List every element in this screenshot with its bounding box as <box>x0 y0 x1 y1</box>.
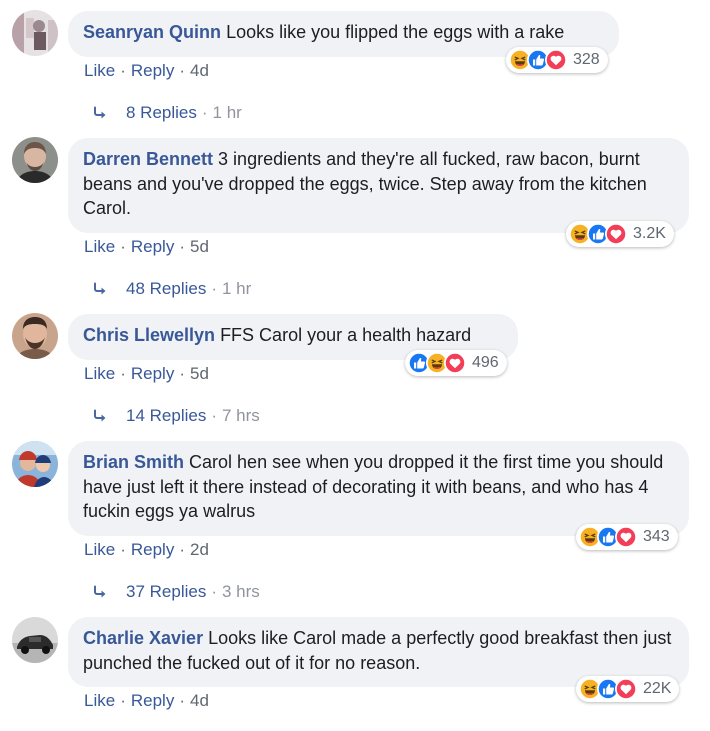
avatar[interactable] <box>12 313 58 359</box>
reaction-count: 22K <box>643 680 672 697</box>
reply-arrow-icon <box>92 409 108 423</box>
reaction-summary[interactable]: 22K <box>576 676 680 702</box>
comment-author[interactable]: Seanryan Quinn <box>83 22 221 42</box>
avatar-photo-icon <box>12 10 58 56</box>
comment-author[interactable]: Darren Bennett <box>83 149 213 169</box>
love-icon <box>615 678 637 700</box>
replies-time: 3 hrs <box>222 582 260 601</box>
reaction-summary[interactable]: 3.2K <box>566 221 674 247</box>
replies-time: 7 hrs <box>222 406 260 425</box>
comment-author[interactable]: Brian Smith <box>83 452 184 472</box>
reply-button[interactable]: Reply <box>131 540 174 559</box>
comment-author[interactable]: Chris Llewellyn <box>83 325 215 345</box>
love-icon <box>605 223 627 245</box>
comment-age[interactable]: 5d <box>190 364 209 383</box>
view-replies-link[interactable]: 8 Replies · 1 hr <box>92 103 242 123</box>
comment-age[interactable]: 5d <box>190 237 209 256</box>
reply-arrow-icon <box>92 585 108 599</box>
comment-text: Looks like you flipped the eggs with a r… <box>226 22 565 42</box>
love-icon <box>444 352 466 374</box>
comment-actions: Like · Reply · 5d <box>84 364 209 383</box>
view-replies-link[interactable]: 14 Replies · 7 hrs <box>92 406 260 426</box>
replies-time: 1 hr <box>222 279 252 298</box>
reaction-count: 3.2K <box>633 225 666 242</box>
comment-age[interactable]: 4d <box>190 691 209 710</box>
avatar[interactable] <box>12 137 58 183</box>
comment-bubble: Brian Smith Carol hen see when you dropp… <box>68 441 689 536</box>
comment-text: FFS Carol your a health hazard <box>220 325 472 345</box>
reply-button[interactable]: Reply <box>131 691 174 710</box>
avatar-photo-icon <box>12 313 58 359</box>
avatar-photo-icon <box>12 137 58 183</box>
comment-actions: Like · Reply · 5d <box>84 237 209 256</box>
reaction-count: 343 <box>643 528 670 545</box>
reaction-count: 496 <box>472 354 499 371</box>
love-icon <box>545 49 567 71</box>
avatar[interactable] <box>12 10 58 56</box>
reaction-count: 328 <box>573 51 600 68</box>
comment-age[interactable]: 2d <box>190 540 209 559</box>
avatar-photo-icon <box>12 617 58 663</box>
replies-count[interactable]: 14 Replies <box>126 406 206 426</box>
reply-button[interactable]: Reply <box>131 61 174 80</box>
comment-actions: Like · Reply · 4d <box>84 61 209 80</box>
view-replies-link[interactable]: 48 Replies · 1 hr <box>92 279 251 299</box>
comment-age[interactable]: 4d <box>190 61 209 80</box>
avatar[interactable] <box>12 441 58 487</box>
love-icon <box>615 526 637 548</box>
reply-button[interactable]: Reply <box>131 237 174 256</box>
reply-arrow-icon <box>92 106 108 120</box>
replies-count[interactable]: 37 Replies <box>126 582 206 602</box>
reaction-summary[interactable]: 343 <box>576 524 678 550</box>
view-replies-link[interactable]: 37 Replies · 3 hrs <box>92 582 260 602</box>
like-button[interactable]: Like <box>84 540 115 559</box>
avatar-photo-icon <box>12 441 58 487</box>
replies-count[interactable]: 8 Replies <box>126 103 197 123</box>
reaction-summary[interactable]: 328 <box>506 47 608 73</box>
like-button[interactable]: Like <box>84 691 115 710</box>
reply-arrow-icon <box>92 282 108 296</box>
reply-button[interactable]: Reply <box>131 364 174 383</box>
like-button[interactable]: Like <box>84 364 115 383</box>
avatar[interactable] <box>12 617 58 663</box>
replies-time: 1 hr <box>212 103 242 122</box>
reaction-summary[interactable]: 496 <box>405 350 507 376</box>
comment-actions: Like · Reply · 2d <box>84 540 209 559</box>
like-button[interactable]: Like <box>84 237 115 256</box>
comment-actions: Like · Reply · 4d <box>84 691 209 710</box>
replies-count[interactable]: 48 Replies <box>126 279 206 299</box>
like-button[interactable]: Like <box>84 61 115 80</box>
comment-author[interactable]: Charlie Xavier <box>83 628 203 648</box>
comment-bubble: Darren Bennett 3 ingredients and they're… <box>68 138 689 233</box>
